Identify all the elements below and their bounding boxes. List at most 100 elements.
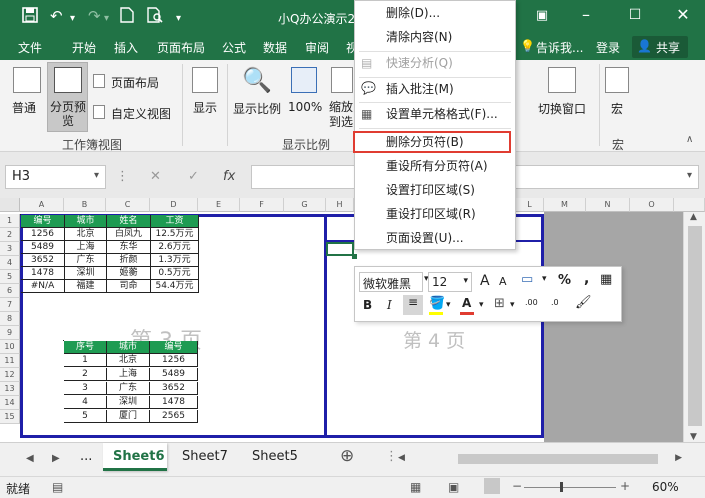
zoom-slider-thumb[interactable] <box>560 482 563 492</box>
add-sheet-icon[interactable]: ⊕ <box>340 446 354 466</box>
table-cell[interactable]: 上海 <box>65 241 107 254</box>
zoom-button[interactable]: 显示比例 <box>233 100 281 117</box>
minimize-icon[interactable]: – <box>571 5 601 24</box>
row-header[interactable]: 9 <box>0 326 20 340</box>
sheet-tab-sheet7[interactable]: Sheet7 <box>182 449 228 464</box>
table-cell[interactable]: 福建 <box>65 280 107 293</box>
prev-sheet-icon[interactable]: ◀ <box>26 453 34 464</box>
number-format-icon[interactable]: ▭ <box>521 272 533 287</box>
normal-view-button[interactable]: 普通 <box>12 99 36 116</box>
undo-dropdown-icon[interactable]: ▾ <box>70 10 75 28</box>
tab-home[interactable]: 开始 <box>72 39 96 56</box>
row-header[interactable]: 11 <box>0 354 20 368</box>
scroll-left-icon[interactable]: ◀ <box>398 453 405 463</box>
table-cell[interactable]: 5489 <box>21 241 65 254</box>
close-icon[interactable]: ✕ <box>668 5 698 24</box>
zoom-100-button[interactable]: 100% <box>288 100 322 114</box>
menu-item-reset-print-area[interactable]: 重设打印区域(R) <box>355 202 515 226</box>
expand-formula-icon[interactable]: ▾ <box>687 170 692 181</box>
zoom-selection-button[interactable]: 缩放到选定区域 <box>328 100 354 130</box>
table-header-cell[interactable]: 城市 <box>65 215 107 228</box>
tab-page-layout[interactable]: 页面布局 <box>157 39 205 56</box>
menu-item-insert-comment[interactable]: 插入批注(M) <box>355 77 515 101</box>
tell-me-search[interactable]: 告诉我... <box>536 39 583 56</box>
row-header[interactable]: 1 <box>0 214 20 228</box>
select-all-corner[interactable] <box>0 198 20 212</box>
menu-item-delete[interactable]: 删除(D)... <box>355 1 515 25</box>
format-painter-icon[interactable]: 🖌 <box>575 295 592 310</box>
font-color-dropdown-icon[interactable]: ▾ <box>479 300 484 310</box>
horizontal-scrollbar[interactable]: ◀ ▶ <box>398 453 682 465</box>
enter-icon[interactable]: ✓ <box>188 169 199 184</box>
table-cell[interactable]: 北京 <box>107 354 150 367</box>
table-cell[interactable]: 5 <box>64 410 107 423</box>
table-cell[interactable]: 3652 <box>21 254 65 267</box>
decrease-font-icon[interactable]: A <box>499 275 507 288</box>
table-header-cell[interactable]: 姓名 <box>107 215 151 228</box>
table-header-cell[interactable]: 城市 <box>107 341 150 354</box>
show-button[interactable]: 显示 <box>193 99 217 116</box>
save-icon[interactable] <box>22 7 38 27</box>
column-header[interactable]: M <box>544 198 586 212</box>
table-cell[interactable]: 上海 <box>107 368 150 381</box>
table-cell[interactable]: 1478 <box>150 396 198 409</box>
row-header[interactable]: 5 <box>0 270 20 284</box>
menu-item-page-setup[interactable]: 页面设置(U)... <box>355 226 515 250</box>
table-cell[interactable]: 12.5万元 <box>151 228 199 241</box>
column-header[interactable]: O <box>630 198 674 212</box>
zoom-out-icon[interactable]: − <box>512 479 522 493</box>
fill-color-dropdown-icon[interactable]: ▾ <box>446 300 451 310</box>
fill-handle[interactable] <box>352 254 357 259</box>
tab-file[interactable]: 文件 <box>18 39 42 56</box>
table-cell[interactable]: 3 <box>64 382 107 395</box>
table-cell[interactable]: 2565 <box>150 410 198 423</box>
sheet-tab-sheet5[interactable]: Sheet5 <box>252 449 298 464</box>
table-cell[interactable]: 折颜 <box>107 254 151 267</box>
table-cell[interactable]: 司命 <box>107 280 151 293</box>
sheet-divider-icon[interactable]: ⋮ <box>385 449 398 464</box>
login-link[interactable]: 登录 <box>596 39 620 56</box>
table-cell[interactable]: 0.5万元 <box>151 267 199 280</box>
row-header[interactable]: 3 <box>0 242 20 256</box>
table-cell[interactable]: 深圳 <box>107 396 150 409</box>
column-header[interactable]: N <box>586 198 630 212</box>
font-size-select[interactable]: 12 ▾ <box>428 272 472 292</box>
row-header[interactable]: 4 <box>0 256 20 270</box>
comma-style-button[interactable]: , <box>584 271 589 287</box>
bold-icon[interactable]: B <box>363 298 372 312</box>
table-cell[interactable]: 2 <box>64 368 107 381</box>
table-cell[interactable]: 东华 <box>107 241 151 254</box>
column-header[interactable]: G <box>284 198 326 212</box>
maximize-icon[interactable]: ☐ <box>620 7 650 23</box>
format-table-icon[interactable]: ▦ <box>600 272 612 287</box>
table-cell[interactable]: 1478 <box>21 267 65 280</box>
switch-window-button[interactable]: 切换窗口 <box>538 100 586 117</box>
table-cell[interactable]: 北京 <box>65 228 107 241</box>
increase-decimal-icon[interactable]: .00 <box>525 298 538 307</box>
scroll-thumb[interactable] <box>458 454 658 464</box>
table-header-cell[interactable]: 工资 <box>151 215 199 228</box>
font-color-icon[interactable]: A <box>462 296 471 310</box>
tab-data[interactable]: 数据 <box>263 39 287 56</box>
next-sheet-icon[interactable]: ▶ <box>52 453 60 464</box>
ribbon-display-icon[interactable]: ▣ <box>527 8 557 23</box>
menu-item-set-print-area[interactable]: 设置打印区域(S) <box>355 178 515 202</box>
share-button[interactable]: 👤 共享 <box>632 36 688 58</box>
font-size-dropdown-icon[interactable]: ▾ <box>463 276 468 286</box>
collapse-ribbon-icon[interactable]: ∧ <box>686 134 693 145</box>
row-header[interactable]: 6 <box>0 284 20 298</box>
macro-record-icon[interactable]: ▤ <box>52 480 63 494</box>
column-header[interactable]: H <box>326 198 354 212</box>
macros-button[interactable]: 宏 <box>611 100 623 117</box>
cancel-icon[interactable]: ✕ <box>150 169 161 184</box>
row-header[interactable]: 7 <box>0 298 20 312</box>
column-header[interactable]: B <box>64 198 106 212</box>
column-header[interactable]: F <box>240 198 284 212</box>
name-box[interactable]: H3 ▾ <box>5 165 106 189</box>
borders-icon[interactable]: ⊞ <box>494 296 505 311</box>
scroll-up-icon[interactable]: ▲ <box>690 212 697 222</box>
table-cell[interactable]: 广东 <box>65 254 107 267</box>
custom-view-button[interactable]: 自定义视图 <box>111 105 171 122</box>
normal-view-status-icon[interactable]: ▦ <box>410 480 421 494</box>
selected-cell-h3[interactable] <box>326 242 354 256</box>
